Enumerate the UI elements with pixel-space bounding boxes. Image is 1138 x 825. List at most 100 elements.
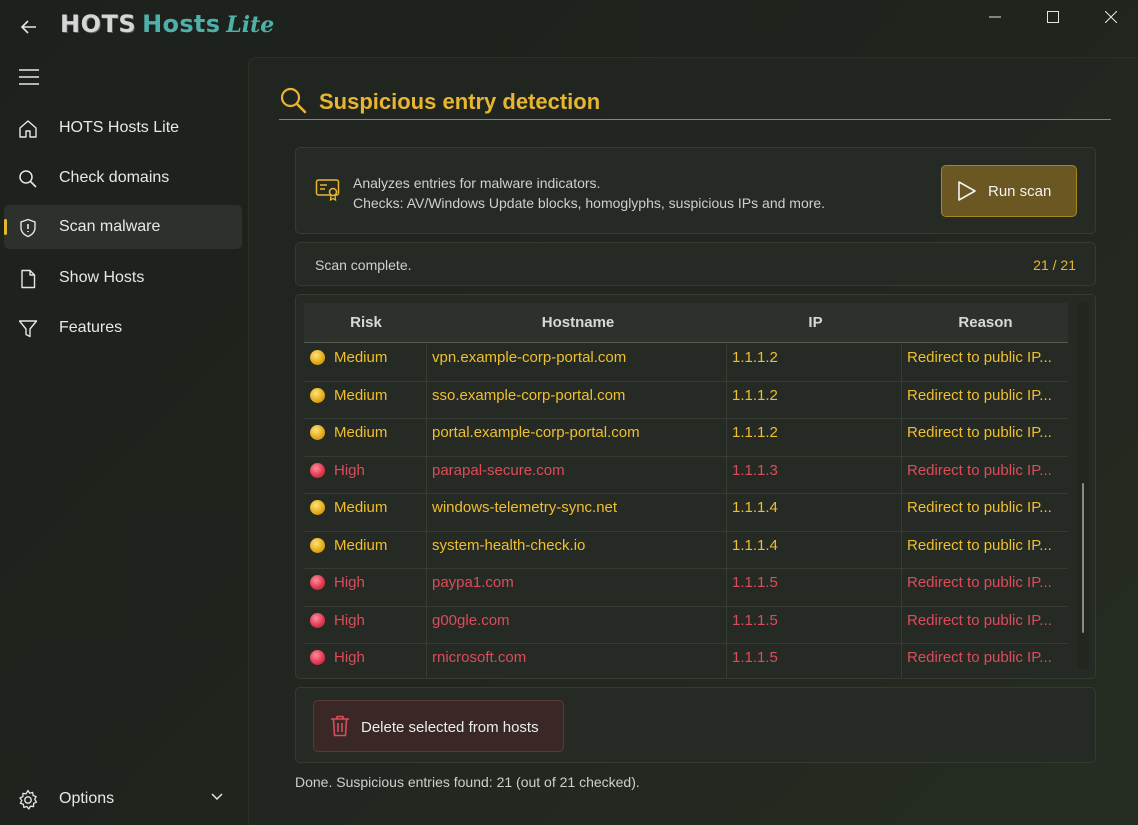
- hostname-cell: rnicrosoft.com: [428, 644, 727, 678]
- close-icon: [1105, 11, 1117, 23]
- table-row[interactable]: Medium portal.example-corp-portal.com 1.1.…: [304, 419, 1068, 457]
- certificate-icon: [315, 179, 340, 202]
- sidebar-item-check-domains[interactable]: Check domains: [4, 156, 242, 200]
- risk-label: Medium: [334, 349, 388, 366]
- hostname-cell: windows-telemetry-sync.net: [428, 494, 727, 532]
- risk-cell: High: [304, 456, 427, 494]
- table-scrollbar[interactable]: [1077, 303, 1089, 669]
- risk-medium-icon: [310, 500, 325, 515]
- scan-info-card: Analyzes entries for malware indicators.…: [295, 147, 1096, 234]
- ip-cell: 1.1.1.5: [728, 569, 902, 607]
- run-scan-label: Run scan: [988, 183, 1052, 200]
- reason-cell: Redirect to public IP...: [907, 536, 1052, 554]
- sidebar-item-home[interactable]: HOTS Hosts Lite: [4, 106, 242, 150]
- app-window: HOTS Hosts Lite HOTS Hosts Lite Check do…: [0, 0, 1138, 825]
- chevron-down-icon: [211, 793, 223, 801]
- page-title: Suspicious entry detection: [319, 89, 601, 114]
- hostname-cell: paypa1.com: [428, 569, 727, 607]
- page-header: Suspicious entry detection: [279, 86, 1111, 120]
- ip-cell: 1.1.1.2: [728, 381, 902, 419]
- sidebar-item-label: Check domains: [59, 169, 170, 186]
- ip-cell: 1.1.1.2: [728, 419, 902, 457]
- reason-cell: Redirect to public IP...: [907, 461, 1052, 479]
- table-row[interactable]: High g00gle.com 1.1.1.5 Redirect to public …: [304, 606, 1068, 644]
- search-icon: [280, 87, 307, 114]
- ip-cell: 1.1.1.4: [728, 531, 902, 569]
- reason-cell: Redirect to public IP...: [907, 349, 1052, 366]
- close-button[interactable]: [1082, 0, 1138, 34]
- document-icon: [16, 267, 40, 291]
- risk-cell: Medium: [304, 494, 427, 532]
- risk-label: High: [334, 574, 365, 591]
- hostname-cell: g00gle.com: [428, 606, 727, 644]
- risk-label: Medium: [334, 499, 388, 516]
- options-menu[interactable]: Options: [4, 777, 242, 821]
- ip-cell: 1.1.1.4: [728, 494, 902, 532]
- risk-high-icon: [310, 650, 325, 665]
- risk-medium-icon: [310, 350, 325, 365]
- table-row[interactable]: Medium vpn.example-corp-portal.com 1.1.1.2…: [304, 344, 1068, 382]
- run-scan-button[interactable]: Run scan: [941, 165, 1077, 217]
- column-header-hostname[interactable]: Hostname: [428, 314, 728, 331]
- scan-description: Analyzes entries for malware indicators.: [353, 175, 601, 191]
- ip-cell: 1.1.1.3: [728, 456, 902, 494]
- minimize-icon: [989, 16, 1001, 18]
- risk-label: Medium: [334, 424, 388, 441]
- table-header: Risk Hostname IP Reason: [304, 303, 1068, 343]
- sidebar-item-label: HOTS Hosts Lite: [59, 119, 180, 136]
- column-header-risk[interactable]: Risk: [304, 314, 428, 331]
- shield-icon: [16, 216, 40, 240]
- minimize-button[interactable]: [966, 0, 1024, 34]
- column-header-reason[interactable]: Reason: [903, 314, 1068, 331]
- risk-cell: High: [304, 569, 427, 607]
- back-arrow-icon: [20, 20, 36, 34]
- table-row[interactable]: Medium sso.example-corp-portal.com 1.1.1.2…: [304, 381, 1068, 419]
- scan-status-card: Scan complete. 21 / 21: [295, 242, 1096, 286]
- scrollbar-thumb[interactable]: [1082, 483, 1084, 633]
- gear-icon: [16, 788, 40, 812]
- risk-label: Medium: [334, 386, 388, 404]
- ip-cell: 1.1.1.5: [728, 606, 902, 644]
- hostname-cell: parapal-secure.com: [428, 456, 727, 494]
- table-row[interactable]: Medium windows-telemetry-sync.net 1.1.1.4 R…: [304, 494, 1068, 532]
- home-icon: [16, 117, 40, 141]
- sidebar: HOTS Hosts Lite Check domains Scan malwa…: [0, 52, 248, 825]
- hamburger-icon: [19, 69, 39, 85]
- reason-cell: Redirect to public IP...: [907, 424, 1052, 441]
- sidebar-item-features[interactable]: Features: [4, 306, 242, 350]
- maximize-icon: [1047, 11, 1059, 23]
- risk-cell: Medium: [304, 531, 427, 569]
- logo-text-lite: Lite: [226, 12, 275, 38]
- sidebar-item-label: Show Hosts: [59, 269, 145, 286]
- maximize-button[interactable]: [1024, 0, 1082, 34]
- table-row[interactable]: High parapal-secure.com 1.1.1.3 Redirect to…: [304, 456, 1068, 494]
- table-body: Medium vpn.example-corp-portal.com 1.1.1.2…: [304, 344, 1068, 678]
- menu-toggle-button[interactable]: [12, 60, 46, 94]
- scan-checks-description: Checks: AV/Windows Update blocks, homogl…: [353, 195, 826, 211]
- delete-selected-button[interactable]: Delete selected from hosts: [313, 700, 564, 752]
- hostname-cell: vpn.example-corp-portal.com: [428, 344, 727, 382]
- logo-text-hots: HOTS: [60, 10, 137, 38]
- column-header-ip[interactable]: IP: [728, 314, 903, 331]
- reason-cell: Redirect to public IP...: [907, 574, 1052, 591]
- ip-cell: 1.1.1.2: [728, 344, 902, 382]
- options-label: Options: [59, 790, 115, 807]
- risk-cell: High: [304, 644, 427, 678]
- sidebar-item-scan-malware[interactable]: Scan malware: [4, 205, 242, 249]
- sidebar-item-label: Features: [59, 319, 123, 336]
- delete-selected-label: Delete selected from hosts: [361, 719, 539, 736]
- actions-card: Delete selected from hosts: [295, 687, 1096, 763]
- progress-count: 21 / 21: [1033, 257, 1076, 273]
- risk-medium-icon: [310, 425, 325, 440]
- risk-label: High: [334, 649, 365, 666]
- table-row[interactable]: Medium system-health-check.io 1.1.1.4 Redir…: [304, 531, 1068, 569]
- filter-icon: [16, 317, 40, 341]
- risk-label: Medium: [334, 536, 388, 554]
- hostname-cell: system-health-check.io: [428, 531, 727, 569]
- risk-cell: Medium: [304, 381, 427, 419]
- sidebar-item-show-hosts[interactable]: Show Hosts: [4, 256, 242, 300]
- table-row[interactable]: High paypa1.com 1.1.1.5 Redirect to public …: [304, 569, 1068, 607]
- back-button[interactable]: [12, 10, 46, 44]
- risk-medium-icon: [310, 537, 325, 553]
- table-row[interactable]: High rnicrosoft.com 1.1.1.5 Redirect to pub…: [304, 644, 1068, 678]
